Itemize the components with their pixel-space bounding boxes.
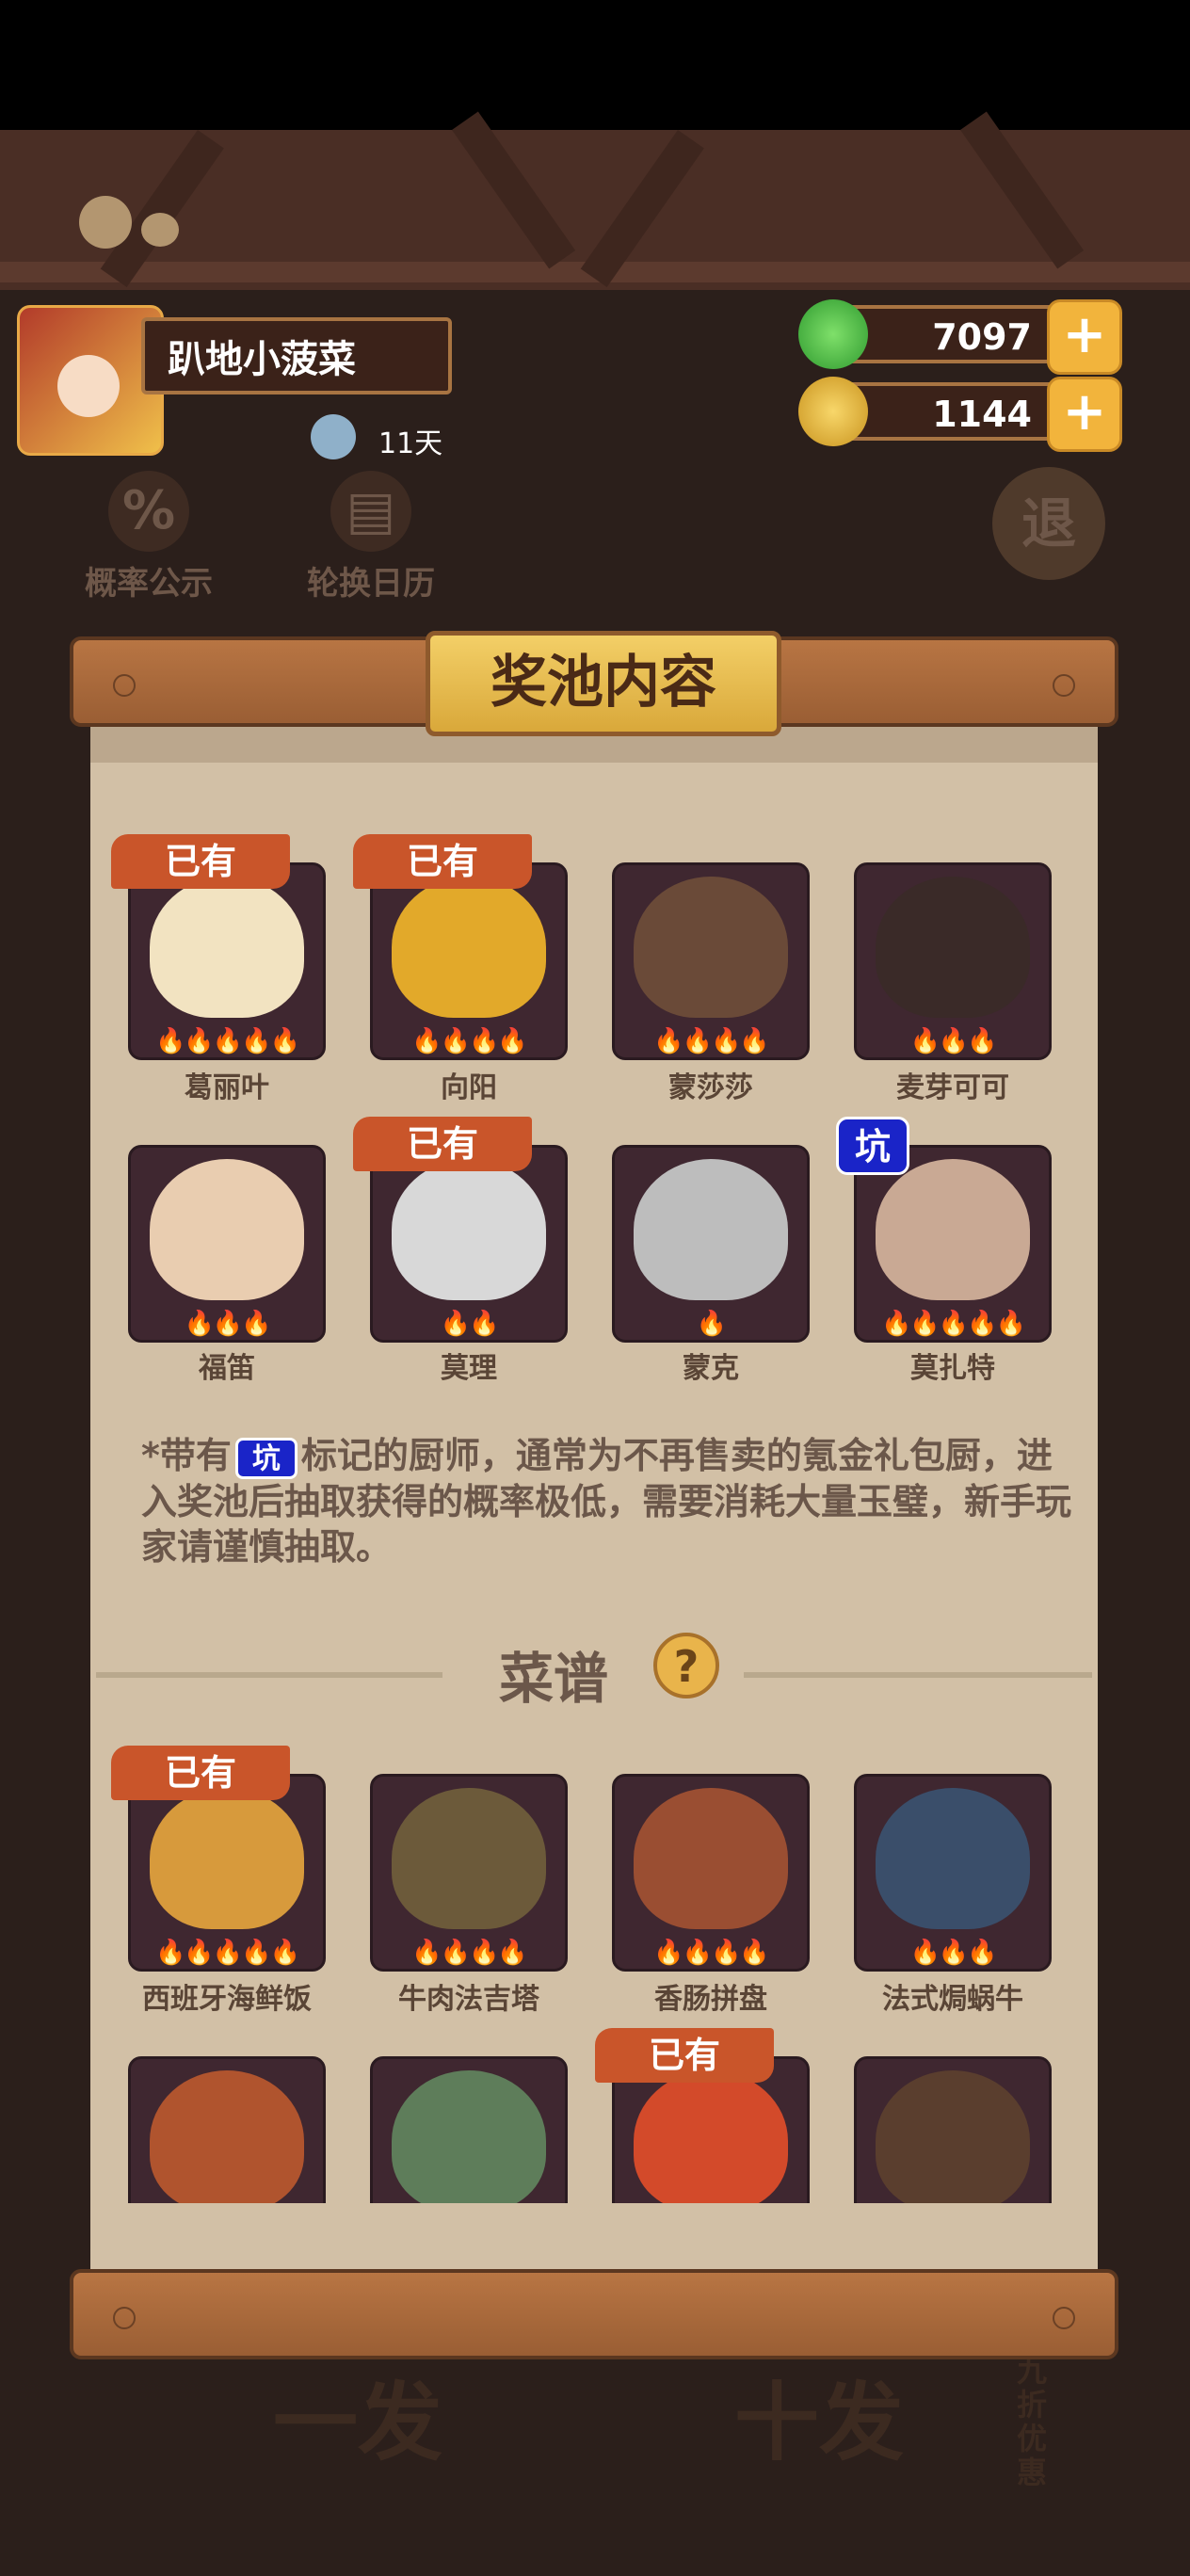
discount-label: 九折优惠 (1017, 2353, 1048, 2490)
chef-card[interactable]: 🔥🔥🔥 (128, 1145, 326, 1343)
nail-icon (113, 674, 136, 697)
draw-one-button: 一发 (273, 2374, 442, 2472)
jade-currency: 7097 + (798, 299, 1122, 375)
add-jade-button[interactable]: + (1047, 299, 1122, 375)
note-prefix: *带有 (141, 1435, 232, 1476)
dish-image (634, 1788, 788, 1929)
owned-badge: 已有 (111, 1746, 290, 1800)
recipe-name: 西班牙海鲜饭 (142, 1983, 312, 2016)
dish-image (392, 1788, 546, 1929)
recipe-name: 香肠拼盘 (654, 1983, 767, 2016)
owned-badge: 已有 (595, 2028, 774, 2083)
recipe-card[interactable]: 🔥🔥🔥🔥🔥 (128, 1774, 326, 1972)
chef-card[interactable]: 🔥🔥 (370, 1145, 568, 1343)
rarity-flames: 🔥🔥🔥🔥 (653, 1939, 770, 1967)
login-days: 11天 (378, 427, 443, 460)
coin-amount: 1144 (932, 394, 1032, 435)
recipe-card[interactable]: 🔥🔥🔥 (854, 1774, 1052, 1972)
rarity-flames: 🔥🔥🔥🔥 (411, 1939, 528, 1967)
coin-currency: 1144 + (798, 377, 1122, 452)
add-coin-button[interactable]: + (1047, 377, 1122, 452)
dish-image (876, 2070, 1030, 2212)
rarity-flames: 🔥🔥🔥🔥 (411, 1027, 528, 1055)
recipe-section-title: 菜谱 (499, 1647, 609, 1711)
chef-portrait (634, 1159, 788, 1300)
probability-label: 概率公示 (85, 565, 213, 603)
owned-badge: 已有 (111, 834, 290, 889)
chef-card[interactable]: 🔥 (612, 1145, 810, 1343)
dish-image (634, 2070, 788, 2212)
chef-portrait (876, 877, 1030, 1018)
chef-portrait (634, 877, 788, 1018)
rarity-flames: 🔥🔥🔥 (184, 1310, 271, 1338)
divider (744, 1672, 1092, 1678)
chef-name: 向阳 (441, 1071, 497, 1104)
chef-name: 蒙莎莎 (668, 1071, 753, 1104)
chef-card[interactable]: 🔥🔥🔥🔥🔥 (128, 862, 326, 1060)
chef-portrait (150, 877, 304, 1018)
chef-name: 莫理 (441, 1352, 497, 1385)
scroll-fade (90, 2203, 1098, 2273)
chef-name: 葛丽叶 (185, 1071, 269, 1104)
nail-icon (113, 2307, 136, 2329)
draw-ten-button: 十发 (734, 2374, 904, 2472)
chef-name: 麦芽可可 (896, 1071, 1009, 1104)
coin-icon (798, 377, 868, 446)
rarity-flames: 🔥🔥🔥 (909, 1027, 997, 1055)
rarity-flames: 🔥🔥🔥🔥🔥 (155, 1939, 300, 1967)
percent-icon: % (108, 471, 189, 552)
calendar-button[interactable]: ▤ 轮换日历 (307, 471, 435, 604)
rarity-flames: 🔥🔥🔥🔥 (653, 1027, 770, 1055)
dish-image (392, 2070, 546, 2212)
rarity-flames: 🔥🔥🔥 (909, 1939, 997, 1967)
exit-button[interactable]: 退 (992, 467, 1105, 580)
owned-badge: 已有 (353, 1117, 532, 1171)
recipe-card[interactable]: 🔥🔥🔥🔥 (612, 1774, 810, 1972)
help-icon[interactable]: ? (653, 1633, 719, 1699)
chef-name: 莫扎特 (910, 1352, 995, 1385)
chick-icon (79, 196, 132, 249)
dish-image (150, 1788, 304, 1929)
divider (96, 1672, 442, 1678)
chef-card[interactable]: 🔥🔥🔥🔥 (612, 862, 810, 1060)
chef-portrait (392, 1159, 546, 1300)
recipe-name: 法式焗蜗牛 (882, 1983, 1023, 2016)
nail-icon (1053, 2307, 1075, 2329)
chef-card[interactable]: 🔥🔥🔥🔥 (370, 862, 568, 1060)
rarity-flames: 🔥 (696, 1310, 727, 1338)
dish-image (150, 2070, 304, 2212)
status-bar (0, 0, 1190, 130)
modal-title: 奖池内容 (426, 631, 781, 736)
probability-button[interactable]: % 概率公示 (85, 471, 213, 604)
keng-badge-inline: 坑 (234, 1437, 298, 1479)
rarity-note: *带有坑标记的厨师，通常为不再售卖的氪金礼包厨，进入奖池后抽取获得的概率极低，需… (141, 1433, 1073, 1570)
chef-portrait (392, 877, 546, 1018)
chef-portrait (150, 1159, 304, 1300)
chef-card[interactable]: 🔥🔥🔥 (854, 862, 1052, 1060)
calendar-label: 轮换日历 (307, 565, 435, 603)
chick-icon (141, 213, 179, 247)
avatar-face (57, 355, 120, 417)
jade-amount: 7097 (932, 316, 1032, 358)
chef-name: 蒙克 (683, 1352, 739, 1385)
chef-portrait (876, 1159, 1030, 1300)
player-name: 趴地小菠菜 (141, 317, 452, 394)
recipe-card[interactable]: 🔥🔥🔥🔥 (370, 1774, 568, 1972)
rarity-flames: 🔥🔥🔥🔥🔥 (881, 1310, 1026, 1338)
rarity-flames: 🔥🔥 (440, 1310, 500, 1338)
owned-badge: 已有 (353, 834, 532, 889)
recipe-name: 牛肉法吉塔 (398, 1983, 539, 2016)
calendar-icon: ▤ (330, 471, 411, 552)
rarity-flames: 🔥🔥🔥🔥🔥 (155, 1027, 300, 1055)
chef-name: 福笛 (199, 1352, 255, 1385)
jade-icon (798, 299, 868, 369)
keng-badge: 坑 (836, 1117, 909, 1175)
scroll-bottom-rod (70, 2269, 1118, 2359)
nail-icon (1053, 674, 1075, 697)
dish-image (876, 1788, 1030, 1929)
globe-icon (311, 414, 356, 459)
